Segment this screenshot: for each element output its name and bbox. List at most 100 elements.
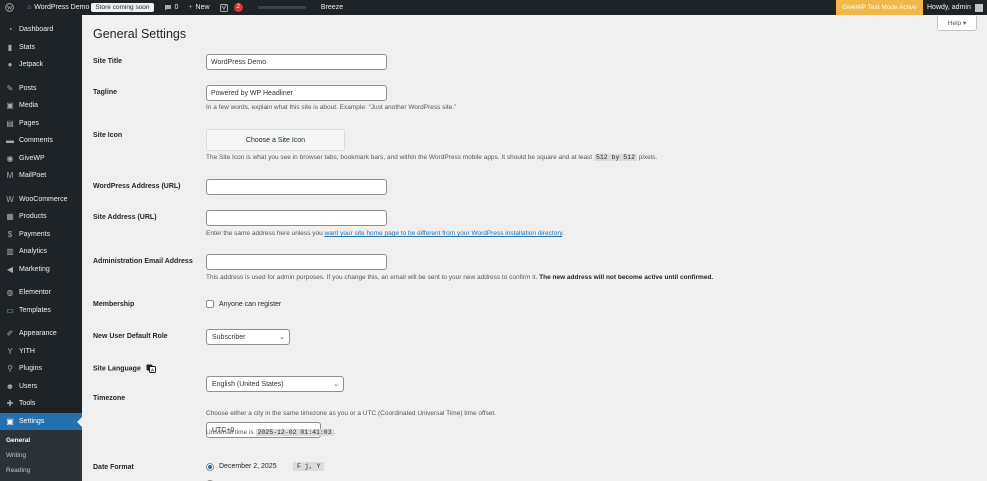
help-tab-button[interactable]: Help ▾: [937, 16, 977, 31]
pin-icon: ✎: [6, 83, 14, 93]
sidebar-item-templates[interactable]: ▭ Templates: [0, 302, 82, 320]
sidebar-item-tools[interactable]: ✚ Tools: [0, 395, 82, 413]
sidebar-item-label: Users: [19, 382, 38, 390]
admin-email-label: Administration Email Address: [93, 258, 193, 265]
sidebar-item-label: Plugins: [19, 365, 42, 373]
analytics-icon: ▥: [6, 247, 14, 257]
store-coming-soon-badge[interactable]: Store coming soon: [91, 3, 154, 12]
sidebar-item-dashboard[interactable]: ◔ Dashboard: [0, 21, 82, 39]
tagline-input[interactable]: Powered by WP Headliner: [206, 85, 387, 101]
site-title-input[interactable]: WordPress Demo: [206, 54, 387, 70]
sidebar-item-yith[interactable]: Y YITH: [0, 343, 82, 361]
sidebar-item-posts[interactable]: ✎ Posts: [0, 80, 82, 98]
dashboard-icon: ◔: [7, 25, 13, 35]
stats-icon: ▮: [7, 42, 13, 52]
admin-email-description: This address is used for admin purposes.…: [206, 274, 713, 281]
site-address-description: Enter the same address here unless you w…: [206, 230, 564, 237]
sidebar-item-pages[interactable]: ▤ Pages: [0, 115, 82, 133]
admin-email-desc-bold: The new address will not become active u…: [539, 274, 714, 281]
wordpress-address-input[interactable]: [206, 179, 387, 195]
comments-link[interactable]: 0: [159, 0, 184, 15]
media-icon: ▣: [6, 101, 14, 111]
chevron-down-icon: ⌄: [279, 334, 285, 341]
sidebar-item-jetpack[interactable]: ● Jetpack: [0, 56, 82, 74]
site-address-input[interactable]: [206, 210, 387, 226]
breeze-link[interactable]: Breeze: [316, 0, 348, 15]
site-address-desc-text: Enter the same address here unless you: [206, 230, 323, 237]
sidebar-item-label: Comments: [19, 137, 53, 145]
submenu-item-writing[interactable]: Writing: [0, 448, 82, 463]
sidebar-item-elementor[interactable]: ◍ Elementor: [0, 284, 82, 302]
site-language-value: English (United States): [212, 380, 284, 388]
page-title: General Settings: [93, 27, 187, 41]
updates-count: 2: [233, 3, 243, 12]
universal-time-value: 2025-12-02 01:41:03: [255, 429, 334, 436]
yoast-icon: [219, 3, 228, 12]
sidebar-item-label: Appearance: [19, 330, 57, 338]
my-account-link[interactable]: Howdy, admin: [923, 0, 987, 15]
jetpack-icon: ●: [7, 60, 13, 70]
anyone-can-register-label[interactable]: Anyone can register: [219, 301, 281, 308]
sidebar-item-products[interactable]: ▦ Products: [0, 208, 82, 226]
choose-site-icon-button[interactable]: Choose a Site Icon: [206, 129, 345, 151]
woocommerce-icon: W: [6, 194, 14, 204]
date-format-option-1-code: F j, Y: [293, 462, 325, 471]
site-name-link[interactable]: ⌂ WordPress Demo Store coming soon: [22, 0, 159, 15]
submenu-item-general[interactable]: General: [0, 433, 82, 448]
default-role-select[interactable]: Subscriber ⌄: [206, 329, 290, 345]
site-address-label: Site Address (URL): [93, 214, 157, 221]
sidebar-item-label: Analytics: [19, 248, 48, 256]
site-language-label-row: Site Language A: [93, 364, 156, 373]
settings-icon: ▣: [6, 416, 14, 426]
sidebar-item-payments[interactable]: $ Payments: [0, 226, 82, 244]
universal-time-suffix: .: [333, 429, 336, 436]
sidebar-item-users[interactable]: ☻ Users: [0, 378, 82, 396]
sidebar-item-label: Posts: [19, 84, 37, 92]
givewp-test-mode-notice[interactable]: GiveWP Test Mode Active: [836, 0, 923, 15]
sidebar-item-analytics[interactable]: ▥ Analytics: [0, 243, 82, 261]
size-by: by: [611, 154, 620, 161]
sidebar-item-media[interactable]: ▣ Media: [0, 97, 82, 115]
site-address-help-link[interactable]: want your site home page to be different…: [325, 230, 563, 237]
sidebar-item-givewp[interactable]: ◉ GiveWP: [0, 150, 82, 168]
site-icon-desc-text: The Site Icon is what you see in browser…: [206, 154, 593, 161]
sidebar-item-stats[interactable]: ▮ Stats: [0, 39, 82, 57]
membership-label: Membership: [93, 301, 135, 308]
translation-icon: A: [146, 364, 156, 373]
new-content-link[interactable]: + New: [183, 0, 214, 15]
sidebar-item-plugins[interactable]: ⚲ Plugins: [0, 360, 82, 378]
sidebar-item-marketing[interactable]: ◀ Marketing: [0, 261, 82, 279]
sidebar-item-label: Payments: [19, 230, 51, 238]
submenu-item-reading[interactable]: Reading: [0, 463, 82, 478]
sidebar-item-comments[interactable]: ▬ Comments: [0, 132, 82, 150]
date-format-radio-1[interactable]: [206, 462, 214, 471]
site-address-desc-suffix: .: [562, 230, 565, 237]
date-format-option-1-label[interactable]: December 2, 2025: [219, 463, 293, 470]
sidebar-item-mailpoet[interactable]: M MailPoet: [0, 167, 82, 185]
sidebar-item-appearance[interactable]: ✐ Appearance: [0, 325, 82, 343]
sidebar-item-label: GiveWP: [19, 154, 45, 162]
admin-email-input[interactable]: [206, 254, 387, 270]
wordpress-logo[interactable]: W: [0, 0, 22, 15]
users-icon: ☻: [5, 381, 15, 391]
date-format-label: Date Format: [93, 464, 134, 471]
home-icon: ⌂: [27, 4, 32, 11]
comments-count: 0: [174, 4, 179, 11]
site-language-label: Site Language: [93, 365, 141, 373]
updates-link[interactable]: 2: [215, 0, 248, 15]
sidebar-item-woocommerce[interactable]: W WooCommerce: [0, 191, 82, 209]
site-title-label: Site Title: [93, 58, 123, 65]
sidebar-item-settings[interactable]: ▣ Settings: [0, 412, 82, 430]
marketing-icon: ◀: [6, 264, 14, 274]
site-icon-label: Site Icon: [93, 132, 123, 139]
site-name: WordPress Demo: [34, 4, 90, 11]
comment-icon: [164, 4, 172, 11]
howdy-label: Howdy, admin: [927, 4, 971, 11]
admin-bar: W ⌂ WordPress Demo Store coming soon 0 +…: [0, 0, 987, 15]
sidebar-item-label: MailPoet: [19, 172, 47, 180]
site-language-select[interactable]: English (United States) ⌄: [206, 376, 344, 392]
anyone-can-register-checkbox[interactable]: [206, 300, 214, 308]
breeze-label: Breeze: [320, 4, 344, 11]
sidebar-item-label: YITH: [19, 347, 35, 355]
wordpress-icon: W: [5, 3, 14, 12]
